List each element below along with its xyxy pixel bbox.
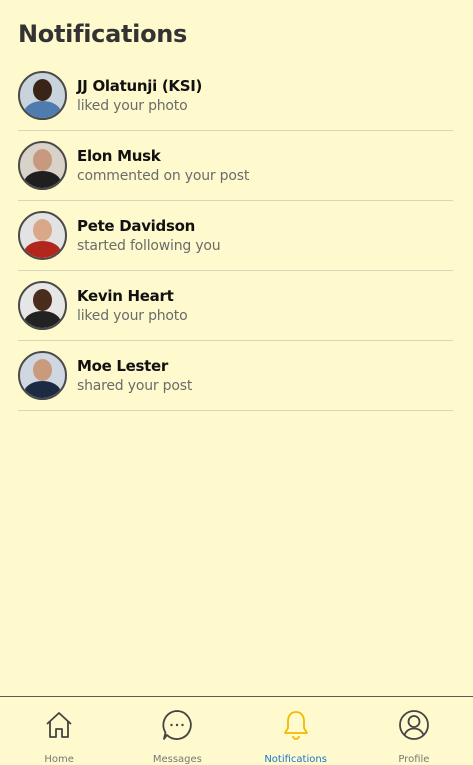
tab-label: Profile xyxy=(398,754,430,765)
notification-name[interactable]: JJ Olatunji (KSI) xyxy=(77,77,202,95)
avatar[interactable] xyxy=(18,211,67,260)
page-title: Notifications xyxy=(18,20,188,48)
notification-name[interactable]: Kevin Heart xyxy=(77,287,187,305)
avatar[interactable] xyxy=(18,141,67,190)
tab-label: Notifications xyxy=(264,754,327,765)
tab-messages[interactable]: Messages xyxy=(118,697,236,765)
bottom-tab-bar: Home Messages Notifications Profile xyxy=(0,696,473,765)
notification-action: liked your photo xyxy=(77,98,188,114)
tab-profile[interactable]: Profile xyxy=(355,697,473,765)
notification-item[interactable]: Pete Davidson started following you xyxy=(18,201,453,271)
notification-item[interactable]: Kevin Heart liked your photo xyxy=(18,271,453,341)
notification-action: started following you xyxy=(77,238,221,254)
notification-item[interactable]: Moe Lester shared your post xyxy=(18,341,453,411)
tab-home[interactable]: Home xyxy=(0,697,118,765)
avatar[interactable] xyxy=(18,281,67,330)
tab-label: Home xyxy=(44,754,74,765)
notification-action: commented on your post xyxy=(77,168,250,184)
notification-name[interactable]: Moe Lester xyxy=(77,357,192,375)
notification-name[interactable]: Elon Musk xyxy=(77,147,249,165)
notification-item[interactable]: Elon Musk commented on your post xyxy=(18,131,453,201)
notification-name[interactable]: Pete Davidson xyxy=(77,217,220,235)
tab-label: Messages xyxy=(152,754,202,765)
notification-action: shared your post xyxy=(77,378,193,394)
chat-bubble-icon xyxy=(162,710,193,740)
avatar[interactable] xyxy=(18,351,67,400)
user-circle-icon xyxy=(398,710,429,740)
notification-item[interactable]: JJ Olatunji (KSI) liked your photo xyxy=(18,61,453,131)
home-icon xyxy=(46,712,72,738)
notification-list: JJ Olatunji (KSI) liked your photo Elon … xyxy=(18,61,453,411)
bell-icon xyxy=(283,711,308,740)
tab-notifications[interactable]: Notifications xyxy=(237,697,355,765)
notification-action: liked your photo xyxy=(77,308,188,324)
avatar[interactable] xyxy=(18,71,67,120)
